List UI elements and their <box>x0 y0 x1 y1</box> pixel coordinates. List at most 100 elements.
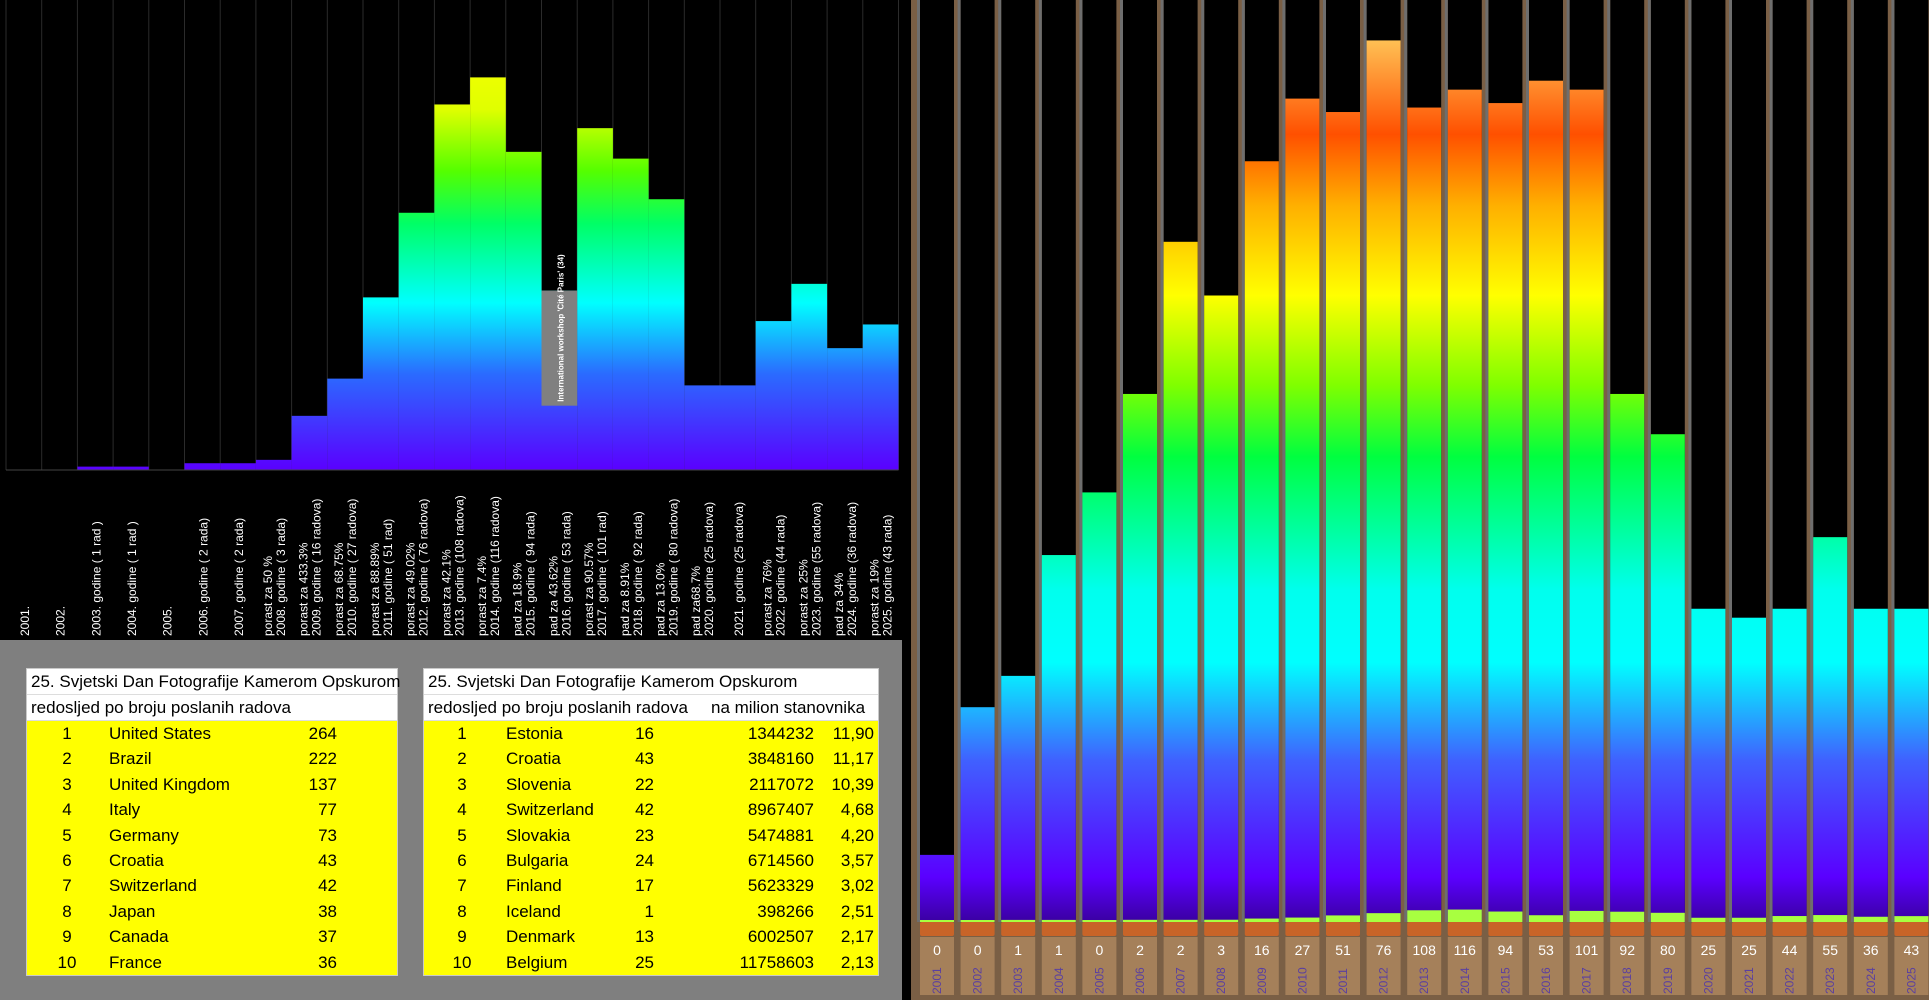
cell-country: Bulgaria <box>506 850 569 870</box>
cell-country: Belgium <box>506 952 568 972</box>
cell-per_million: 2,17 <box>840 927 874 947</box>
bar-cap <box>1244 922 1279 936</box>
bar-base-highlight <box>1894 916 1929 922</box>
cell-rank: 10 <box>57 952 77 972</box>
value-label: 108 <box>1413 942 1437 958</box>
cell-country: Denmark <box>506 927 575 947</box>
value-label: 53 <box>1538 942 1554 958</box>
cell-rank: 3 <box>457 774 467 794</box>
bar-cap <box>1204 922 1239 936</box>
category-label: 2021. godine (25 radova) <box>732 502 746 636</box>
bar-2021 <box>1732 617 1766 922</box>
bar-2006 <box>1123 393 1157 922</box>
cell-rank: 8 <box>62 901 72 921</box>
bar-2004. <box>113 466 149 470</box>
year-label: 2005 <box>1092 967 1106 994</box>
bar-cap <box>1001 922 1036 936</box>
cell-count: 16 <box>635 724 654 743</box>
year-label: 2021 <box>1742 967 1756 994</box>
cell-per_million: 2,13 <box>840 952 874 972</box>
bar-separator <box>1241 0 1245 922</box>
value-label: 0 <box>1096 942 1104 958</box>
bar-base-highlight <box>1163 919 1198 922</box>
cell-rank: 5 <box>62 825 72 845</box>
value-label: 80 <box>1660 942 1676 958</box>
bar-cap <box>1447 922 1482 936</box>
year-label: 2001 <box>930 967 944 994</box>
bar-2010. <box>327 378 363 470</box>
bar-base-highlight <box>1610 911 1645 922</box>
category-label: 2025. godine (43 rada) <box>881 515 895 636</box>
bar-separator <box>1201 0 1205 922</box>
year-label: 2019 <box>1661 967 1675 994</box>
bar-2016 <box>1529 80 1563 922</box>
year-label: 2010 <box>1295 967 1309 994</box>
cell-rank: 10 <box>452 952 472 972</box>
year-label: 2025 <box>1904 967 1918 994</box>
bar-2023 <box>1813 537 1848 922</box>
bar-base-highlight <box>1001 919 1036 922</box>
cell-country: Switzerland <box>506 800 594 820</box>
bar-separator <box>1079 0 1083 922</box>
category-label: 2010. godine ( 27 radova) <box>345 499 359 636</box>
cell-count: 1 <box>644 901 654 921</box>
ranking-table-total: 25. Svjetski Dan Fotografije Kamerom Ops… <box>26 668 400 976</box>
value-label: 51 <box>1335 942 1351 958</box>
bar-base-highlight <box>1813 915 1848 922</box>
category-label: 2022. godine (44 rada) <box>774 515 788 636</box>
cell-count: 37 <box>318 927 337 947</box>
category-label: porast za 19% <box>868 559 882 636</box>
bar-2009. <box>291 415 328 470</box>
table-row: 6 Bulgaria 24 6714560 3,57 <box>424 848 878 873</box>
year-label: 2015 <box>1498 967 1512 994</box>
value-label: 76 <box>1376 942 1392 958</box>
bar-2014. <box>470 77 506 470</box>
bar-base-highlight <box>1447 909 1482 922</box>
cell-population: 6714560 <box>747 850 814 870</box>
cell-rank: 6 <box>62 850 72 870</box>
year-label: 2017 <box>1580 967 1594 994</box>
value-label: 3 <box>1217 942 1225 958</box>
bar-2008 <box>1204 295 1239 922</box>
bar-separator <box>1688 0 1692 922</box>
table-subtitle-row: redosljed po broju poslanih radova <box>27 695 397 721</box>
bar-2008. <box>255 459 292 470</box>
cell-population: 1344232 <box>747 724 814 743</box>
value-label: 0 <box>933 942 941 958</box>
category-label: porast za 25% <box>796 559 810 636</box>
bar-base-highlight <box>1772 916 1807 922</box>
bar-cap <box>1772 922 1807 936</box>
cell-population: 5474881 <box>747 825 814 845</box>
right-bar-chart: 0 2001 0 2002 1 2003 1 2004 0 2005 2 2006 2 2007 3 2008… <box>911 0 1929 1000</box>
category-label: porast za 90.57% <box>582 542 596 636</box>
bar-separator <box>1729 0 1732 922</box>
category-label: pad za 18.9% <box>511 562 525 636</box>
table-row: 4 Italy 77 <box>27 797 397 822</box>
value-label: 27 <box>1295 942 1311 958</box>
bar-background <box>920 0 954 922</box>
year-label: 2020 <box>1701 967 1715 994</box>
cell-country: Slovenia <box>506 774 572 794</box>
cell-rank: 3 <box>62 774 72 794</box>
bar-separator <box>1810 0 1814 922</box>
bar-separator <box>1647 0 1651 922</box>
bar-2009 <box>1244 161 1279 922</box>
bar-cap <box>1326 922 1360 936</box>
category-label: pad za 34% <box>832 572 846 636</box>
cell-per_million: 11,17 <box>832 749 874 769</box>
year-label: 2003 <box>1011 967 1025 994</box>
value-label: 116 <box>1454 942 1477 958</box>
category-label: 2012. godine ( 76 radova) <box>417 499 431 636</box>
category-label: 2020. godine (25 radova) <box>702 502 716 636</box>
bar-2025 <box>1894 608 1929 922</box>
table-body: 1 United States 264 2 Brazil 222 3 United Kingd… <box>27 721 397 975</box>
table-row: 7 Finland 17 5623329 3,02 <box>424 873 878 898</box>
bar-cap <box>1366 922 1401 936</box>
bar-2021. <box>720 385 756 470</box>
bar-separator <box>1363 0 1367 922</box>
value-label: 101 <box>1575 942 1599 958</box>
bar-2024. <box>827 348 863 470</box>
bar-2022 <box>1772 608 1807 922</box>
cell-country: Brazil <box>109 749 152 769</box>
bar-2023. <box>791 283 828 470</box>
